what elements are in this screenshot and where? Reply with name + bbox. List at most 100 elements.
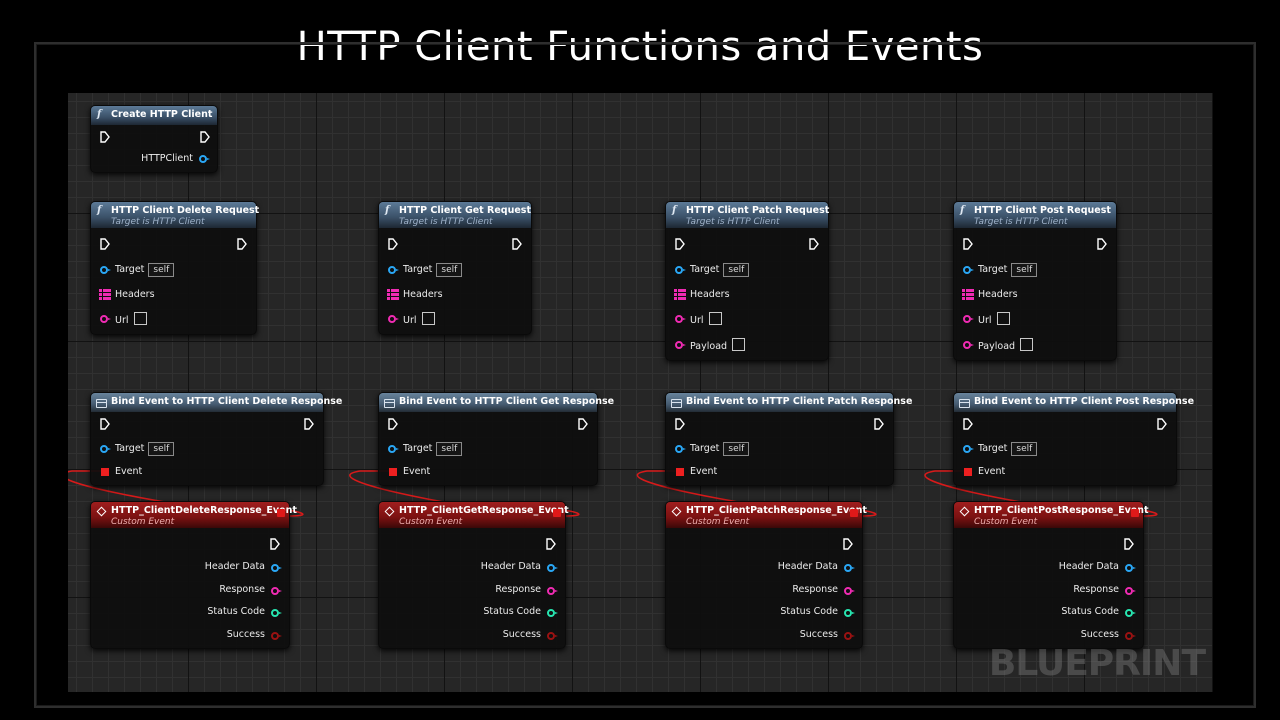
headers-map-pin[interactable] — [387, 289, 399, 300]
delegate-output-pin[interactable] — [850, 509, 858, 517]
target-pin[interactable] — [100, 445, 111, 453]
exec-out-pin[interactable] — [874, 418, 884, 430]
node-subtitle: Custom Event — [111, 517, 175, 527]
exec-out-pin[interactable] — [270, 538, 280, 550]
exec-in-pin[interactable] — [388, 418, 398, 430]
exec-out-pin[interactable] — [200, 131, 210, 143]
status-code-pin[interactable] — [1125, 609, 1136, 617]
custom-event-node[interactable]: HTTP_ClientPatchResponse_Event Custom Ev… — [665, 501, 867, 649]
url-pin[interactable] — [388, 315, 399, 323]
node-header: Bind Event to HTTP Client Post Response — [954, 393, 1194, 412]
url-input[interactable] — [133, 312, 147, 325]
exec-in-pin[interactable] — [100, 418, 110, 430]
url-input[interactable] — [996, 312, 1010, 325]
headers-map-pin[interactable] — [99, 289, 111, 300]
output-label: Response — [1073, 583, 1119, 595]
request-node[interactable]: f HTTP Client Post Request Target is HTT… — [953, 201, 1117, 361]
custom-event-node[interactable]: HTTP_ClientPostResponse_Event Custom Eve… — [953, 501, 1149, 649]
event-delegate-pin[interactable] — [389, 468, 397, 476]
target-pin[interactable] — [388, 266, 399, 274]
url-pin[interactable] — [963, 315, 974, 323]
node-header: f HTTP Client Get Request Target is HTTP… — [379, 202, 531, 228]
payload-input[interactable] — [1020, 338, 1034, 351]
blueprint-graph[interactable]: f Create HTTP Client HTTPClient f HTTP C… — [68, 93, 1213, 692]
url-pin[interactable] — [675, 315, 686, 323]
exec-out-pin[interactable] — [1157, 418, 1167, 430]
event-delegate-pin[interactable] — [101, 468, 109, 476]
target-default[interactable]: self — [436, 442, 463, 456]
target-pin[interactable] — [963, 266, 974, 274]
success-pin[interactable] — [271, 631, 282, 640]
header-data-pin[interactable] — [1125, 564, 1136, 572]
exec-in-pin[interactable] — [388, 238, 398, 250]
request-node[interactable]: f HTTP Client Get Request Target is HTTP… — [378, 201, 532, 335]
header-data-pin[interactable] — [547, 564, 558, 572]
success-pin[interactable] — [547, 631, 558, 640]
target-default[interactable]: self — [1011, 442, 1038, 456]
http-client-output-pin[interactable] — [199, 155, 210, 163]
event-delegate-pin[interactable] — [676, 468, 684, 476]
event-delegate-pin[interactable] — [964, 468, 972, 476]
target-pin[interactable] — [675, 266, 686, 274]
bind-event-node[interactable]: Bind Event to HTTP Client Delete Respons… — [90, 392, 342, 486]
delegate-output-pin[interactable] — [277, 509, 285, 517]
target-default[interactable]: self — [723, 263, 750, 277]
delegate-output-pin[interactable] — [1131, 509, 1139, 517]
success-pin[interactable] — [844, 631, 855, 640]
payload-input[interactable] — [732, 338, 746, 351]
target-pin[interactable] — [963, 445, 974, 453]
success-pin[interactable] — [1125, 631, 1136, 640]
delegate-output-pin[interactable] — [553, 509, 561, 517]
target-default[interactable]: self — [723, 442, 750, 456]
exec-out-pin[interactable] — [237, 238, 247, 250]
response-pin[interactable] — [547, 586, 558, 595]
custom-event-node[interactable]: HTTP_ClientDeleteResponse_Event Custom E… — [90, 501, 297, 649]
exec-out-pin[interactable] — [1124, 538, 1134, 550]
response-pin[interactable] — [844, 586, 855, 595]
payload-pin[interactable] — [963, 341, 974, 349]
status-code-pin[interactable] — [547, 609, 558, 617]
custom-event-node[interactable]: HTTP_ClientGetResponse_Event Custom Even… — [378, 501, 569, 649]
exec-in-pin[interactable] — [963, 238, 973, 250]
target-default[interactable]: self — [436, 263, 463, 277]
header-data-pin[interactable] — [844, 564, 855, 572]
exec-out-pin[interactable] — [304, 418, 314, 430]
exec-in-pin[interactable] — [963, 418, 973, 430]
exec-in-pin[interactable] — [675, 418, 685, 430]
target-default[interactable]: self — [1011, 263, 1038, 277]
bind-event-node[interactable]: Bind Event to HTTP Client Post Response … — [953, 392, 1194, 486]
target-default[interactable]: self — [148, 442, 175, 456]
function-icon: f — [385, 205, 390, 216]
exec-out-pin[interactable] — [512, 238, 522, 250]
exec-out-pin[interactable] — [578, 418, 588, 430]
target-default[interactable]: self — [148, 263, 175, 277]
request-node[interactable]: f HTTP Client Patch Request Target is HT… — [665, 201, 829, 361]
create-http-client-node[interactable]: f Create HTTP Client HTTPClient — [90, 105, 218, 173]
exec-in-pin[interactable] — [100, 131, 110, 143]
node-title: HTTP Client Get Request — [399, 205, 531, 216]
target-pin[interactable] — [388, 445, 399, 453]
response-pin[interactable] — [1125, 586, 1136, 595]
url-input[interactable] — [708, 312, 722, 325]
exec-out-pin[interactable] — [843, 538, 853, 550]
exec-in-pin[interactable] — [100, 238, 110, 250]
headers-map-pin[interactable] — [674, 289, 686, 300]
output-label: Header Data — [777, 561, 838, 572]
exec-in-pin[interactable] — [675, 238, 685, 250]
bind-event-node[interactable]: Bind Event to HTTP Client Get Response T… — [378, 392, 614, 486]
header-data-pin[interactable] — [271, 564, 282, 572]
target-pin[interactable] — [675, 445, 686, 453]
exec-out-pin[interactable] — [546, 538, 556, 550]
exec-out-pin[interactable] — [809, 238, 819, 250]
headers-map-pin[interactable] — [962, 289, 974, 300]
target-pin[interactable] — [100, 266, 111, 274]
exec-out-pin[interactable] — [1097, 238, 1107, 250]
status-code-pin[interactable] — [271, 609, 282, 617]
bind-event-node[interactable]: Bind Event to HTTP Client Patch Response… — [665, 392, 912, 486]
payload-pin[interactable] — [675, 341, 686, 349]
status-code-pin[interactable] — [844, 609, 855, 617]
request-node[interactable]: f HTTP Client Delete Request Target is H… — [90, 201, 259, 335]
url-pin[interactable] — [100, 315, 111, 323]
response-pin[interactable] — [271, 586, 282, 595]
url-input[interactable] — [421, 312, 435, 325]
